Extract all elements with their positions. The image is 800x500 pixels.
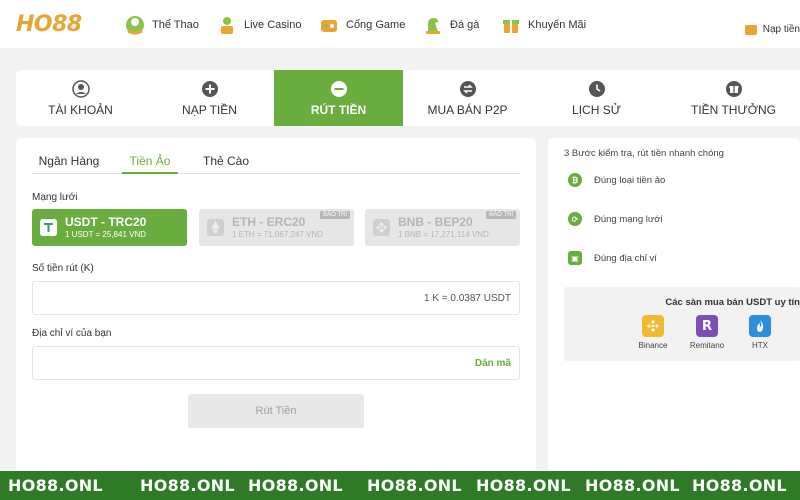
htx-flame-icon xyxy=(749,315,771,337)
withdraw-submit-button[interactable]: Rút Tiền xyxy=(188,394,364,428)
gift-icon xyxy=(725,80,742,97)
logo-text-right: 88 xyxy=(52,11,82,37)
subtab-bank[interactable]: Ngân Hàng xyxy=(32,148,106,174)
exchange-remitano[interactable]: R Remitano xyxy=(677,315,737,350)
subtab-card[interactable]: Thẻ Cào xyxy=(194,148,258,174)
dealer-icon xyxy=(216,14,238,36)
top-navbar: HO 88 Thể Thao Live Casino Cổng Game Đá g… xyxy=(0,0,800,48)
network-eth-erc20[interactable]: ETH - ERC20 1 ETH = 71,067,247 VND BẢO T… xyxy=(199,209,354,246)
tab-withdraw[interactable]: RÚT TIỀN xyxy=(274,70,403,126)
network-name: USDT - TRC20 xyxy=(65,215,147,229)
deposit-link-label: Nạp tiền xyxy=(762,24,800,35)
nav-label: Cổng Game xyxy=(346,19,406,31)
watermark-strip: HO88.ONL HO88.ONL HO88.ONL HO88.ONL HO88… xyxy=(0,471,800,500)
guide-step: ▣ Đúng địa chỉ ví xyxy=(568,251,657,265)
amount-input[interactable] xyxy=(41,282,421,314)
conversion-hint: 1 K = 0.0387 USDT xyxy=(424,293,511,304)
exchange-name: Binance xyxy=(638,341,668,350)
nav-item-promotions[interactable]: Khuyến Mãi xyxy=(500,13,586,37)
watermark-text: HO88.ONL xyxy=(476,476,571,495)
withdraw-method-tabs: Ngân Hàng Tiền Ảo Thẻ Cào xyxy=(32,148,520,174)
tab-bonus[interactable]: TIỀN THƯỞNG xyxy=(661,70,800,126)
ethereum-icon xyxy=(207,219,224,236)
gift-icon xyxy=(500,14,522,36)
watermark-text: HO88.ONL xyxy=(8,476,103,495)
exchange-htx[interactable]: HTX xyxy=(730,315,790,350)
maintenance-badge: BẢO TRÌ xyxy=(486,211,516,219)
watermark-text: HO88.ONL xyxy=(140,476,235,495)
exchange-icon xyxy=(459,80,476,97)
clock-icon xyxy=(588,80,605,97)
network-icon: ⟳ xyxy=(568,212,582,226)
deposit-shortcut[interactable]: Nạp tiền xyxy=(744,24,800,35)
watermark-text: HO88.ONL xyxy=(367,476,462,495)
wallet-address-input[interactable] xyxy=(41,347,421,379)
subtab-crypto[interactable]: Tiền Ảo xyxy=(122,148,178,174)
withdraw-guide-panel: 3 Bước kiểm tra, rút tiền nhanh chóng ₿ … xyxy=(548,138,800,478)
amount-field: 1 K = 0.0387 USDT xyxy=(32,281,520,315)
tab-history[interactable]: LỊCH SỬ xyxy=(532,70,661,126)
amount-label: Số tiền rút (K) xyxy=(32,263,94,274)
exchange-name: HTX xyxy=(752,341,768,350)
remitano-icon: R xyxy=(696,315,718,337)
game-icon xyxy=(318,14,340,36)
guide-step-text: Đúng địa chỉ ví xyxy=(594,252,657,264)
nav-item-cockfight[interactable]: Đá gà xyxy=(422,13,479,37)
wallet-address-field: Dán mã xyxy=(32,346,520,380)
binance-icon xyxy=(642,315,664,337)
logo-text-left: HO xyxy=(16,11,53,37)
tether-icon xyxy=(40,219,57,236)
coin-icon: ₿ xyxy=(568,173,582,187)
network-rate: 1 BNB = 17,271,114 VND xyxy=(398,230,489,239)
bnb-icon xyxy=(373,219,390,236)
network-bnb-bep20[interactable]: BNB - BEP20 1 BNB = 17,271,114 VND BẢO T… xyxy=(365,209,520,246)
exchange-name: Remitano xyxy=(689,341,725,350)
nav-item-game-portal[interactable]: Cổng Game xyxy=(318,13,405,37)
network-rate: 1 USDT = 25,841 VND xyxy=(65,230,147,239)
nav-label: Khuyến Mãi xyxy=(528,19,587,31)
nav-item-sports[interactable]: Thể Thao xyxy=(124,13,199,37)
tab-account[interactable]: TÀI KHOẢN xyxy=(16,70,145,126)
guide-step: ₿ Đúng loại tiền ảo xyxy=(568,173,665,187)
rooster-icon xyxy=(422,14,444,36)
guide-title: 3 Bước kiểm tra, rút tiền nhanh chóng xyxy=(564,148,724,159)
brand-logo[interactable]: HO 88 xyxy=(16,11,82,37)
withdraw-form-panel: Ngân Hàng Tiền Ảo Thẻ Cào Mạng lưới USDT… xyxy=(16,138,536,478)
guide-step: ⟳ Đúng mạng lưới xyxy=(568,212,663,226)
watermark-text: HO88.ONL xyxy=(692,476,787,495)
wallet-address-label: Địa chỉ ví của bạn xyxy=(32,328,112,339)
maintenance-badge: BẢO TRÌ xyxy=(320,211,350,219)
network-name: BNB - BEP20 xyxy=(398,215,473,229)
wallet-icon: ▣ xyxy=(568,251,582,265)
network-name: ETH - ERC20 xyxy=(232,215,306,229)
nav-item-live-casino[interactable]: Live Casino xyxy=(216,13,301,37)
nav-label: Thể Thao xyxy=(152,19,199,31)
nav-label: Live Casino xyxy=(244,19,302,31)
trusted-exchanges: Các sàn mua bán USDT uy tín Binance R Re… xyxy=(564,287,800,361)
soccer-ball-icon xyxy=(124,14,146,36)
account-tabs: TÀI KHOẢN NẠP TIỀN RÚT TIỀN MUA BÁN P2P … xyxy=(16,70,800,126)
tab-p2p[interactable]: MUA BÁN P2P xyxy=(403,70,532,126)
guide-step-text: Đúng loại tiền ảo xyxy=(594,174,666,186)
network-rate: 1 ETH = 71,067,247 VND xyxy=(232,230,323,239)
exchange-binance[interactable]: Binance xyxy=(623,315,683,350)
plus-circle-icon xyxy=(201,80,218,97)
network-usdt-trc20[interactable]: USDT - TRC20 1 USDT = 25,841 VND xyxy=(32,209,187,246)
wallet-icon xyxy=(744,24,757,35)
minus-circle-icon xyxy=(330,80,347,97)
exchanges-title: Các sàn mua bán USDT uy tín xyxy=(665,297,800,308)
guide-step-text: Đúng mạng lưới xyxy=(594,213,663,225)
paste-button[interactable]: Dán mã xyxy=(475,358,511,369)
watermark-text: HO88.ONL xyxy=(248,476,343,495)
tab-deposit[interactable]: NẠP TIỀN xyxy=(145,70,274,126)
nav-label: Đá gà xyxy=(450,19,480,31)
network-label: Mạng lưới xyxy=(32,192,78,203)
watermark-text: HO88.ONL xyxy=(585,476,680,495)
user-icon xyxy=(71,79,90,98)
